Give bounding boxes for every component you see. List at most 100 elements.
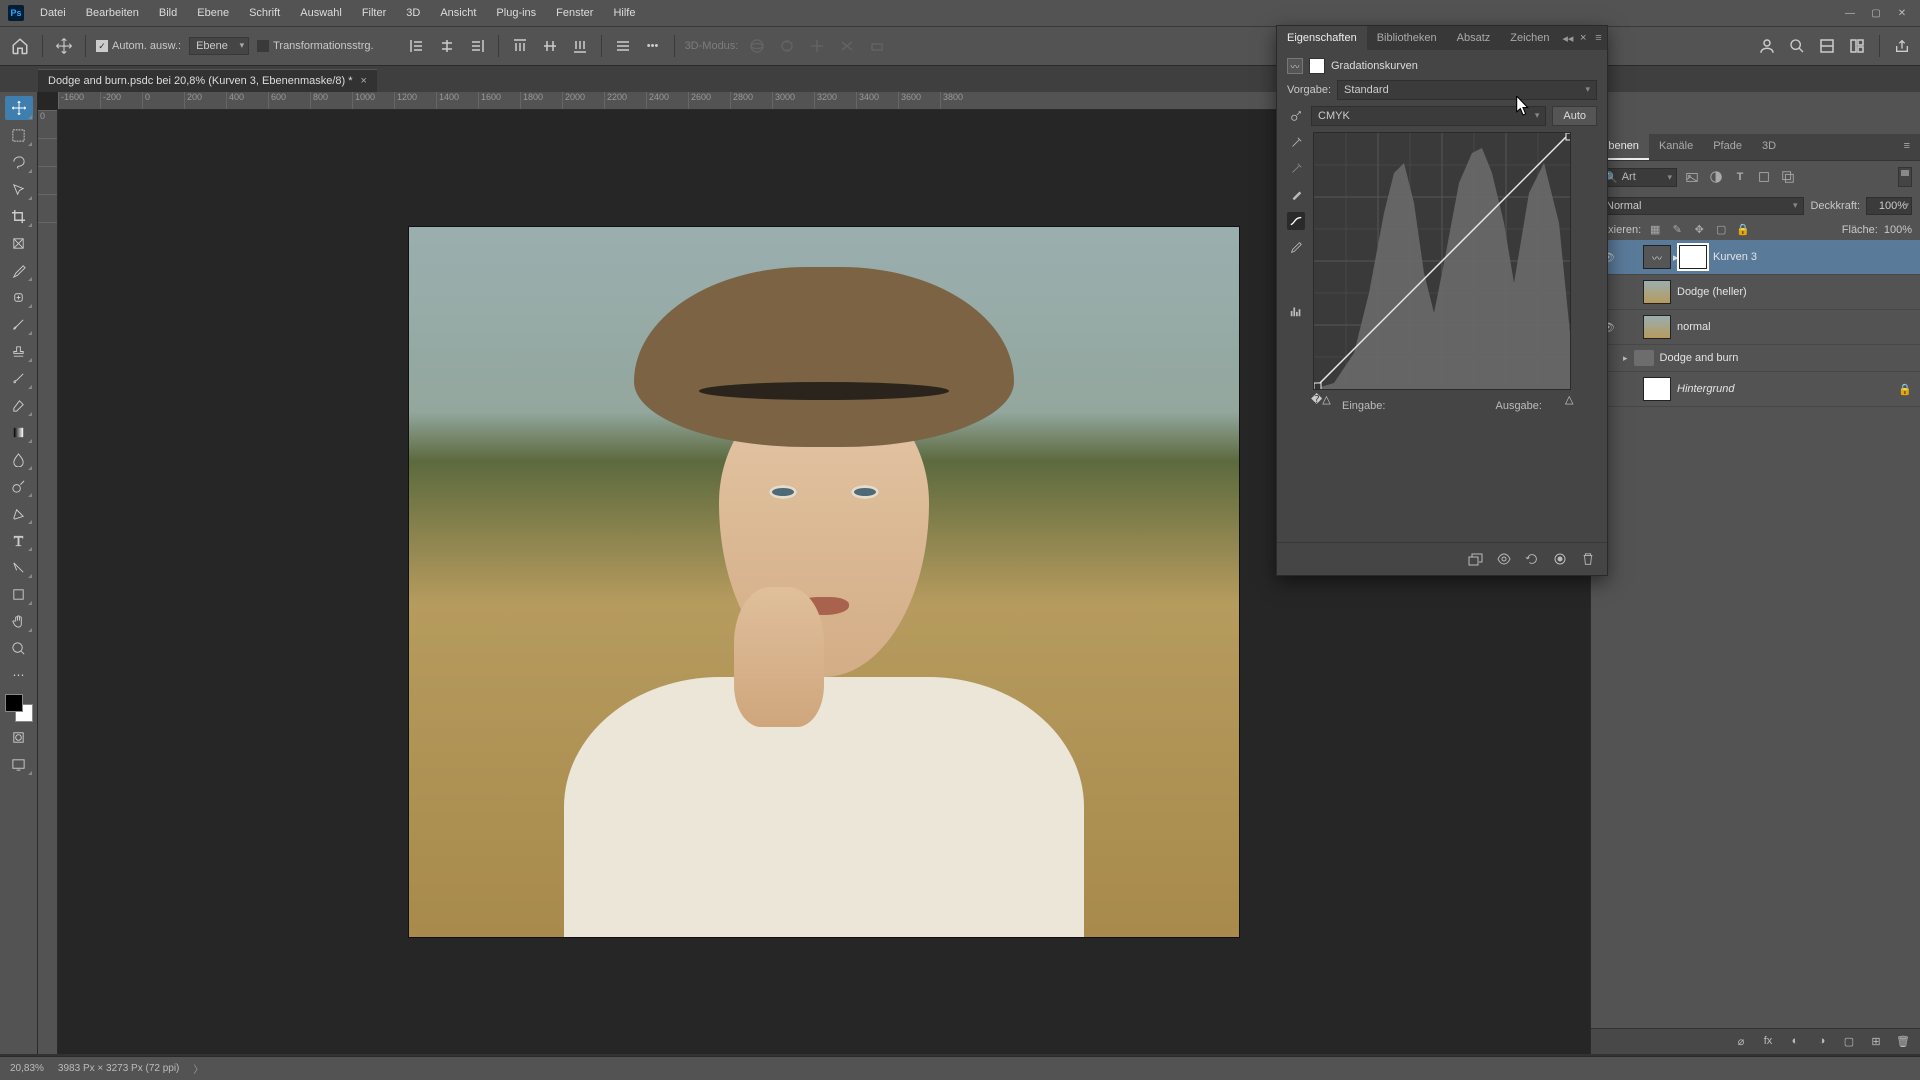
mask-add-icon[interactable]: ◐ [1786, 1035, 1804, 1048]
window-maximize[interactable]: ▢ [1866, 6, 1886, 20]
adjustlayer-icon[interactable]: ◑ [1813, 1035, 1831, 1048]
lock-trans-icon[interactable]: ▦ [1647, 223, 1663, 236]
type-tool[interactable] [5, 528, 33, 552]
stamp-tool[interactable] [5, 339, 33, 363]
curve-histogram-icon[interactable] [1287, 302, 1305, 320]
tab-3d[interactable]: 3D [1752, 134, 1786, 160]
eraser-tool[interactable] [5, 393, 33, 417]
mask-thumb[interactable] [1679, 245, 1707, 269]
group-expand-arrow[interactable]: ▸ [1623, 353, 1628, 364]
layer-name[interactable]: Kurven 3 [1713, 251, 1757, 263]
lock-icon[interactable]: 🔒 [1898, 383, 1912, 396]
layer-name[interactable]: Hintergrund [1677, 383, 1734, 395]
properties-panel[interactable]: Eigenschaften Bibliotheken Absatz Zeiche… [1276, 25, 1608, 576]
menu-auswahl[interactable]: Auswahl [292, 4, 350, 22]
panel-collapse-icon[interactable]: ◂◂ [1559, 32, 1576, 45]
targeted-adjust-icon[interactable] [1287, 107, 1305, 125]
menu-bearbeiten[interactable]: Bearbeiten [78, 4, 147, 22]
sample-gray-icon[interactable] [1287, 160, 1305, 178]
window-minimize[interactable]: — [1840, 6, 1860, 20]
filter-pixel-icon[interactable] [1683, 169, 1701, 185]
curve-point-mode-icon[interactable] [1287, 212, 1305, 230]
curve-graph[interactable]: �△ △ [1313, 132, 1571, 390]
fx-icon[interactable]: fx [1759, 1035, 1777, 1048]
more-align-icon[interactable]: ••• [642, 35, 664, 57]
layer-group-dodgeburn[interactable]: ▸ Dodge and burn [1591, 345, 1920, 372]
sample-black-icon[interactable] [1287, 186, 1305, 204]
view-previous-icon[interactable] [1495, 551, 1513, 567]
history-brush-tool[interactable] [5, 366, 33, 390]
crop-tool[interactable] [5, 204, 33, 228]
tab-pfade[interactable]: Pfade [1703, 134, 1752, 160]
quickmask-toggle[interactable] [5, 725, 33, 749]
shape-tool[interactable] [5, 582, 33, 606]
layer-kurven3[interactable]: 👁 〰 ▸ Kurven 3 [1591, 240, 1920, 275]
eyedropper-tool[interactable] [5, 258, 33, 282]
move-tool-icon[interactable] [53, 35, 75, 57]
layer-filter-type[interactable]: 🔍Art [1599, 168, 1677, 187]
healing-tool[interactable] [5, 285, 33, 309]
panel-menu-icon[interactable]: ≡ [1590, 32, 1607, 44]
tab-zeichen[interactable]: Zeichen [1500, 26, 1559, 50]
filter-adjust-icon[interactable] [1707, 169, 1725, 185]
align-vcenter-icon[interactable] [539, 35, 561, 57]
align-right-icon[interactable] [466, 35, 488, 57]
layer-dodge-heller[interactable]: Dodge (heller) [1591, 275, 1920, 310]
fill-input[interactable]: 100% [1884, 224, 1912, 236]
group-new-icon[interactable]: ▢ [1840, 1035, 1858, 1048]
layer-name[interactable]: Dodge (heller) [1677, 286, 1747, 298]
blur-tool[interactable] [5, 447, 33, 471]
toggle-visibility-icon[interactable] [1551, 551, 1569, 567]
brush-tool[interactable] [5, 312, 33, 336]
layer-normal[interactable]: 👁 normal [1591, 310, 1920, 345]
status-info-arrow[interactable]: 〉 [193, 1061, 203, 1076]
tab-kanaele[interactable]: Kanäle [1649, 134, 1703, 160]
autoselect-target-select[interactable]: Ebene [189, 37, 249, 55]
lasso-tool[interactable] [5, 150, 33, 174]
workspace-switcher-icon[interactable] [1847, 36, 1867, 56]
delete-icon[interactable]: 🗑 [1894, 1035, 1912, 1048]
zoom-level[interactable]: 20,83% [10, 1063, 44, 1074]
sample-white-icon[interactable] [1287, 134, 1305, 152]
search-icon[interactable] [1787, 36, 1807, 56]
window-close[interactable]: ✕ [1892, 6, 1912, 20]
menu-schrift[interactable]: Schrift [241, 4, 288, 22]
curve-draw-mode-icon[interactable] [1287, 238, 1305, 256]
distribute-icon[interactable] [612, 35, 634, 57]
menu-bild[interactable]: Bild [151, 4, 185, 22]
layer-hintergrund[interactable]: Hintergrund 🔒 [1591, 372, 1920, 407]
align-top-icon[interactable] [509, 35, 531, 57]
move-tool[interactable] [5, 96, 33, 120]
menu-hilfe[interactable]: Hilfe [605, 4, 643, 22]
marquee-tool[interactable] [5, 123, 33, 147]
layer-thumb[interactable] [1643, 280, 1671, 304]
selection-tool[interactable] [5, 177, 33, 201]
layer-name[interactable]: Dodge and burn [1660, 352, 1739, 364]
filter-toggle[interactable] [1898, 167, 1912, 187]
tab-bibliotheken[interactable]: Bibliotheken [1367, 26, 1447, 50]
clip-to-layer-icon[interactable] [1467, 551, 1485, 567]
auto-button[interactable]: Auto [1552, 106, 1597, 126]
menu-3d[interactable]: 3D [398, 4, 428, 22]
layer-name[interactable]: normal [1677, 321, 1711, 333]
frame-tool[interactable] [5, 231, 33, 255]
align-bottom-icon[interactable] [569, 35, 591, 57]
layer-thumb[interactable] [1643, 377, 1671, 401]
layers-menu-icon[interactable]: ≡ [1894, 134, 1920, 160]
menu-fenster[interactable]: Fenster [548, 4, 601, 22]
blend-mode-select[interactable]: Normal [1599, 197, 1804, 215]
layer-thumb[interactable] [1643, 315, 1671, 339]
screenmode-toggle[interactable] [5, 752, 33, 776]
transform-controls-checkbox[interactable]: Transformationsstrg. [257, 40, 373, 52]
cloud-comments-icon[interactable] [1757, 36, 1777, 56]
layer-new-icon[interactable]: ⊞ [1867, 1035, 1885, 1048]
menu-ansicht[interactable]: Ansicht [432, 4, 484, 22]
dodge-tool[interactable] [5, 474, 33, 498]
menu-datei[interactable]: Datei [32, 4, 74, 22]
filter-shape-icon[interactable] [1755, 169, 1773, 185]
tab-eigenschaften[interactable]: Eigenschaften [1277, 26, 1367, 50]
arrange-icon[interactable] [1817, 36, 1837, 56]
opacity-input[interactable]: 100% [1866, 197, 1912, 215]
edit-toolbar[interactable]: ⋯ [5, 663, 33, 687]
gradient-tool[interactable] [5, 420, 33, 444]
